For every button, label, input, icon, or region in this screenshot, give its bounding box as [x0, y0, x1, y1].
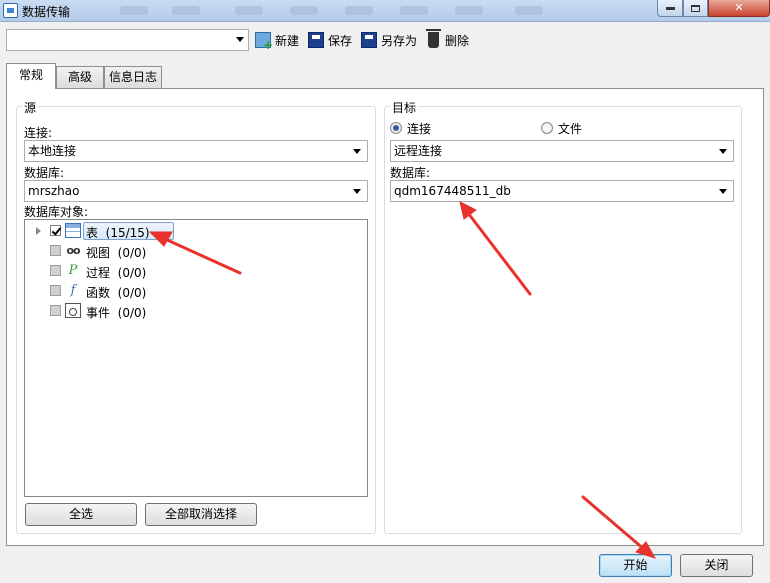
database-objects-tree[interactable]: 表 (15/15) oo 视图 (0/0) P 过程 (0/0) f 函数 (0…: [24, 219, 368, 497]
window-title: 数据传输: [22, 5, 71, 19]
tab-general[interactable]: 常规: [6, 63, 56, 89]
source-database-label: 数据库:: [24, 166, 65, 180]
save-disk-icon: [308, 32, 324, 48]
events-checkbox[interactable]: [50, 305, 61, 316]
target-database-label: 数据库:: [390, 166, 431, 180]
tables-checkbox[interactable]: [50, 225, 61, 236]
tree-item-name: 视图: [86, 246, 111, 260]
procedures-checkbox[interactable]: [50, 265, 61, 276]
chevron-down-icon: [236, 37, 244, 42]
target-connection-value: 远程连接: [394, 144, 443, 158]
start-button[interactable]: 开始: [599, 554, 672, 577]
functions-checkbox[interactable]: [50, 285, 61, 296]
title-bar: 数据传输 ✕: [0, 0, 770, 22]
data-transfer-app-icon: [3, 3, 18, 18]
target-group-title: 目标: [390, 99, 419, 116]
tree-item-name: 过程: [86, 266, 111, 280]
tree-item-events[interactable]: 事件 (0/0): [25, 301, 367, 321]
blurred-menu-item: [290, 6, 318, 15]
source-database-value: mrszhao: [28, 184, 80, 198]
blurred-menu-item: [400, 6, 428, 15]
tree-item-views[interactable]: oo 视图 (0/0): [25, 241, 367, 261]
source-connection-label: 连接:: [24, 126, 53, 140]
tab-log[interactable]: 信息日志: [104, 66, 162, 88]
delete-button[interactable]: 删除: [426, 29, 470, 49]
maximize-button[interactable]: [683, 0, 708, 17]
blurred-menu-item: [515, 6, 543, 15]
deselect-all-button[interactable]: 全部取消选择: [145, 503, 257, 526]
maximize-icon: [691, 4, 700, 12]
close-button[interactable]: 关闭: [680, 554, 753, 577]
blurred-menu-item: [120, 6, 148, 15]
new-button[interactable]: 新建: [255, 31, 300, 52]
expand-arrow-icon[interactable]: [36, 227, 41, 235]
tree-item-label: 函数 (0/0): [86, 284, 146, 301]
tab-log-label: 信息日志: [108, 70, 157, 84]
target-group: [384, 106, 742, 534]
save-as-button[interactable]: 另存为: [361, 31, 417, 49]
tree-item-functions[interactable]: f 函数 (0/0): [25, 281, 367, 301]
blurred-menu-item: [172, 6, 200, 15]
tree-item-label: 事件 (0/0): [86, 304, 146, 321]
target-file-radio[interactable]: [541, 122, 553, 134]
tree-item-count: (0/0): [117, 266, 147, 280]
select-all-button[interactable]: 全选: [25, 503, 137, 526]
minimize-button[interactable]: [657, 0, 683, 17]
save-button-label: 保存: [328, 33, 353, 48]
tree-item-procedures[interactable]: P 过程 (0/0): [25, 261, 367, 281]
new-button-label: 新建: [275, 33, 300, 48]
source-connection-value: 本地连接: [28, 144, 77, 158]
target-file-radio-label[interactable]: 文件: [558, 120, 582, 137]
views-checkbox[interactable]: [50, 245, 61, 256]
source-connection-select[interactable]: 本地连接: [24, 140, 368, 162]
database-objects-label: 数据库对象:: [24, 205, 89, 219]
function-icon: f: [70, 283, 76, 298]
tree-item-name: 事件: [86, 306, 111, 320]
save-as-disk-icon: [361, 32, 377, 48]
table-icon: [65, 223, 81, 238]
tree-item-label: 过程 (0/0): [86, 264, 146, 281]
source-database-select[interactable]: mrszhao: [24, 180, 368, 202]
tree-item-count: (15/15): [105, 226, 150, 240]
delete-button-label: 删除: [445, 33, 470, 48]
chevron-down-icon: [719, 149, 727, 154]
new-profile-icon: [255, 32, 273, 52]
tree-item-count: (0/0): [117, 286, 147, 300]
source-group-title: 源: [22, 99, 39, 116]
tab-general-label: 常规: [18, 68, 43, 82]
tree-item-tables[interactable]: 表 (15/15): [25, 221, 367, 241]
tree-item-name: 函数: [86, 286, 111, 300]
chevron-down-icon: [353, 149, 361, 154]
tab-advanced-label: 高级: [67, 70, 92, 84]
blurred-menu-item: [455, 6, 483, 15]
save-as-button-label: 另存为: [381, 33, 418, 48]
close-window-button[interactable]: ✕: [708, 0, 770, 17]
view-icon: oo: [66, 244, 80, 257]
tab-advanced[interactable]: 高级: [56, 66, 104, 88]
blurred-menu-item: [345, 6, 373, 15]
tree-item-label: 表 (15/15): [86, 224, 150, 241]
chevron-down-icon: [353, 189, 361, 194]
save-button[interactable]: 保存: [308, 31, 352, 49]
target-database-value: qdm167448511_db: [394, 184, 511, 198]
tree-item-label: 视图 (0/0): [86, 244, 146, 261]
trash-icon: [426, 29, 441, 48]
profile-select[interactable]: [6, 29, 249, 51]
blurred-menu-item: [235, 6, 263, 15]
tree-item-count: (0/0): [117, 306, 147, 320]
target-connection-radio-label[interactable]: 连接: [407, 120, 431, 137]
minimize-icon: [665, 6, 675, 10]
tree-item-name: 表: [86, 226, 99, 240]
target-database-select[interactable]: qdm167448511_db: [390, 180, 734, 202]
chevron-down-icon: [719, 189, 727, 194]
target-connection-select[interactable]: 远程连接: [390, 140, 734, 162]
target-connection-radio[interactable]: [390, 122, 402, 134]
tree-item-count: (0/0): [117, 246, 147, 260]
close-icon: ✕: [734, 1, 744, 14]
event-icon: [65, 303, 81, 318]
procedure-icon: P: [68, 263, 78, 278]
